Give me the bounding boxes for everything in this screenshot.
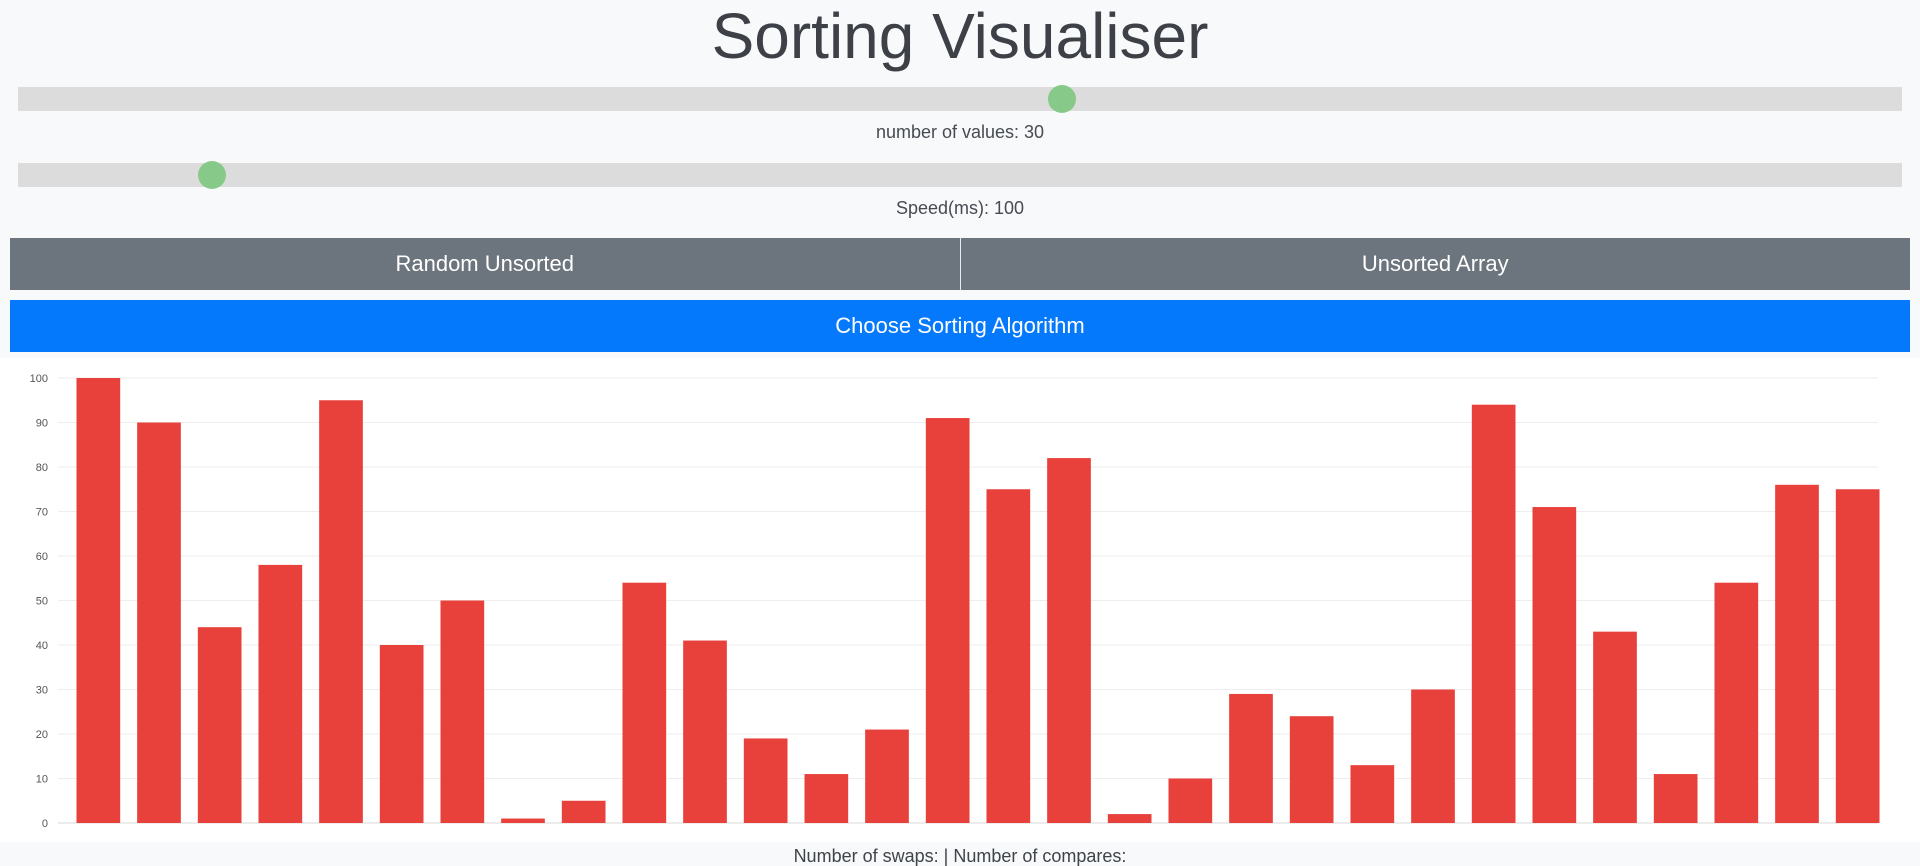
chart-bar xyxy=(501,818,545,823)
chart-bar xyxy=(379,645,424,823)
chart-bar xyxy=(1653,774,1698,823)
y-tick-label: 60 xyxy=(36,551,48,563)
y-tick-label: 100 xyxy=(30,373,48,385)
speed-caption-label: Speed(ms): xyxy=(895,198,994,218)
chart-bar xyxy=(1350,765,1395,823)
chart-bar xyxy=(561,800,606,823)
y-tick-label: 10 xyxy=(36,774,48,786)
values-caption-label: number of values: xyxy=(875,122,1025,142)
speed-caption: Speed(ms): 100 xyxy=(0,198,1920,219)
y-tick-label: 40 xyxy=(36,640,48,652)
chart-bar xyxy=(258,564,303,823)
chart-bar xyxy=(986,489,1031,823)
y-tick-label: 30 xyxy=(36,685,48,697)
chart-bar xyxy=(1411,689,1455,823)
page: Sorting Visualiser number of values: 30 … xyxy=(0,0,1920,866)
chart-bar xyxy=(1714,582,1759,823)
y-tick-label: 70 xyxy=(36,507,48,519)
y-tick-label: 90 xyxy=(36,418,48,430)
chart-bar xyxy=(1107,814,1152,823)
chart-bar xyxy=(137,422,181,823)
swaps-label: Number of swaps: xyxy=(793,846,939,866)
bar-chart: 0 10 20 30 40 50 60 70 80 90 100 xyxy=(0,358,1920,842)
compares-label: Number of compares: xyxy=(953,846,1127,866)
chart-bar xyxy=(1593,631,1637,823)
stats-separator: | xyxy=(943,846,949,866)
choose-sorting-algorithm-button[interactable]: Choose Sorting Algorithm xyxy=(10,300,1910,352)
chart-bar xyxy=(865,729,909,823)
chart-bar xyxy=(683,640,727,823)
unsorted-array-button[interactable]: Unsorted Array xyxy=(959,238,1910,290)
values-caption-value: 30 xyxy=(1024,122,1045,142)
array-button-group: Random Unsorted Unsorted Array xyxy=(10,238,1910,290)
page-title: Sorting Visualiser xyxy=(711,0,1209,72)
chart-bar xyxy=(925,418,970,823)
chart-bar xyxy=(1168,778,1213,823)
values-caption: number of values: 30 xyxy=(0,122,1920,143)
chart-bar xyxy=(804,774,849,823)
values-slider[interactable] xyxy=(18,85,1902,113)
chart-bar xyxy=(197,627,242,823)
chart-bar xyxy=(76,378,121,823)
stats-line: Number of swaps: | Number of compares: xyxy=(0,846,1920,866)
chart-bar xyxy=(1835,489,1880,823)
chart-bar xyxy=(319,400,363,823)
chart-bar xyxy=(1775,484,1819,823)
y-tick-label: 20 xyxy=(36,729,48,741)
chart-bar xyxy=(1229,693,1273,823)
chart-bar xyxy=(1289,716,1334,823)
y-tick-label: 0 xyxy=(42,818,48,830)
chart-bar xyxy=(1471,404,1516,823)
speed-caption-value: 100 xyxy=(994,198,1025,218)
bar-chart-svg: 0 10 20 30 40 50 60 70 80 90 100 xyxy=(30,373,1880,830)
chart-bar xyxy=(1532,507,1577,823)
y-tick-label: 50 xyxy=(36,596,48,608)
chart-bar xyxy=(1047,458,1091,823)
random-unsorted-button[interactable]: Random Unsorted xyxy=(10,238,960,290)
speed-slider[interactable] xyxy=(18,161,1902,189)
chart-bar xyxy=(440,600,485,823)
chart-bar xyxy=(743,738,788,823)
y-tick-label: 80 xyxy=(36,462,48,474)
chart-bar xyxy=(622,582,667,823)
speed-slider-thumb[interactable] xyxy=(198,161,227,189)
values-slider-thumb[interactable] xyxy=(1048,85,1077,113)
